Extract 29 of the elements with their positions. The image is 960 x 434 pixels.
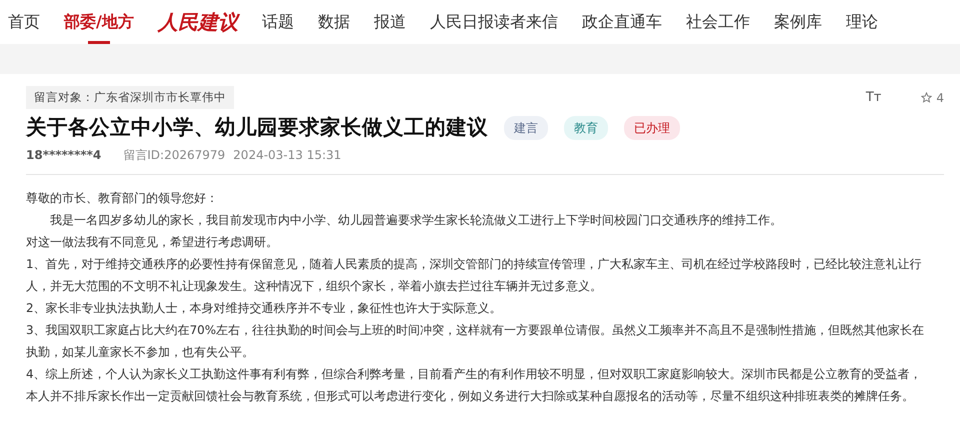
nav-link[interactable]: 人民日报读者来信 — [430, 2, 558, 42]
star-icon[interactable] — [921, 92, 932, 104]
message-title: 关于各公立中小学、幼儿园要求家长做义工的建议 — [26, 115, 488, 140]
nav-link[interactable]: 首页 — [8, 2, 40, 42]
tag: 建言 — [504, 116, 548, 140]
body-paragraph: 2、家长非专业执法执勤人士，本身对维持交通秩序并不专业，象征性也许大于实际意义。 — [26, 300, 503, 317]
tag: 已办理 — [624, 116, 680, 140]
nav-link[interactable]: 数据 — [318, 2, 350, 42]
body-paragraph: 4、综上所述，个人认为家长义工执勤这件事有利有弊，但综合利弊考量，目前看产生的有利作用较不明显，但对双职工家庭影响较大。深圳市民都是公立教育的受益者，本人并不排斥家长作出一定贡献回馈社会与教育系统，但形式可以考虑进行变化，例如义务进行大扫除或某种自愿报名的活动等，尽量不组织这种排班表类的摊牌任务。 — [26, 366, 923, 405]
nav-link[interactable]: 部委/地方 — [64, 2, 134, 42]
star-count: 4 — [936, 90, 944, 107]
body-paragraph: 3、我国双职工家庭占比大约在70%左右，往往执勤的时间会与上班的时间冲突，这样就有一方要跟单位请假。虽然义工频率并不高且不是强制性措施，但既然其他家长在执勤，如某儿童家长不参加，也有失公平。 — [26, 322, 925, 361]
nav-link[interactable]: 理论 — [846, 2, 878, 42]
recipient-label: 留言对象：广东省深圳市市长覃伟中 — [26, 86, 234, 110]
logo[interactable]: 人民建议 — [158, 0, 238, 45]
nav-link[interactable]: 社会工作 — [686, 2, 750, 42]
nav-link[interactable]: 政企直通车 — [582, 2, 662, 42]
nav-link[interactable]: 报道 — [374, 2, 406, 42]
body-paragraph: 我是一名四岁多幼儿的家长，我目前发现市内中小学、幼儿园普遍要求学生家长轮流做义工进行上下学时间校园门口交通秩序的维持工作。 — [49, 212, 783, 229]
body-paragraph: 对这一做法我有不同意见，希望进行考虑调研。 — [26, 234, 279, 251]
font-size-icon[interactable]: Tт — [866, 88, 882, 108]
tag: 教育 — [564, 116, 608, 140]
body-paragraph: 尊敬的市长、教育部门的领导您好： — [26, 190, 219, 207]
nav-link[interactable]: 话题 — [262, 2, 294, 42]
author-id: 18********4 — [26, 146, 102, 164]
body-paragraph: 1、首先，对于维持交通秩序的必要性持有保留意见，随着人民素质的提高，深圳交管部门的持续宣传管理，广大私家车主、司机在经过学校路段时，已经比较注意礼让行人，并无大范围的不文明不礼让现象发生。这种情况下，组织个家长，举着小旗去拦过往车辆并无过多意义。 — [26, 256, 923, 295]
nav-link[interactable]: 案例库 — [774, 2, 822, 42]
timestamp: 2024-03-13 15:31 — [233, 146, 342, 164]
message-id: 留言ID:20267979 — [123, 146, 226, 164]
